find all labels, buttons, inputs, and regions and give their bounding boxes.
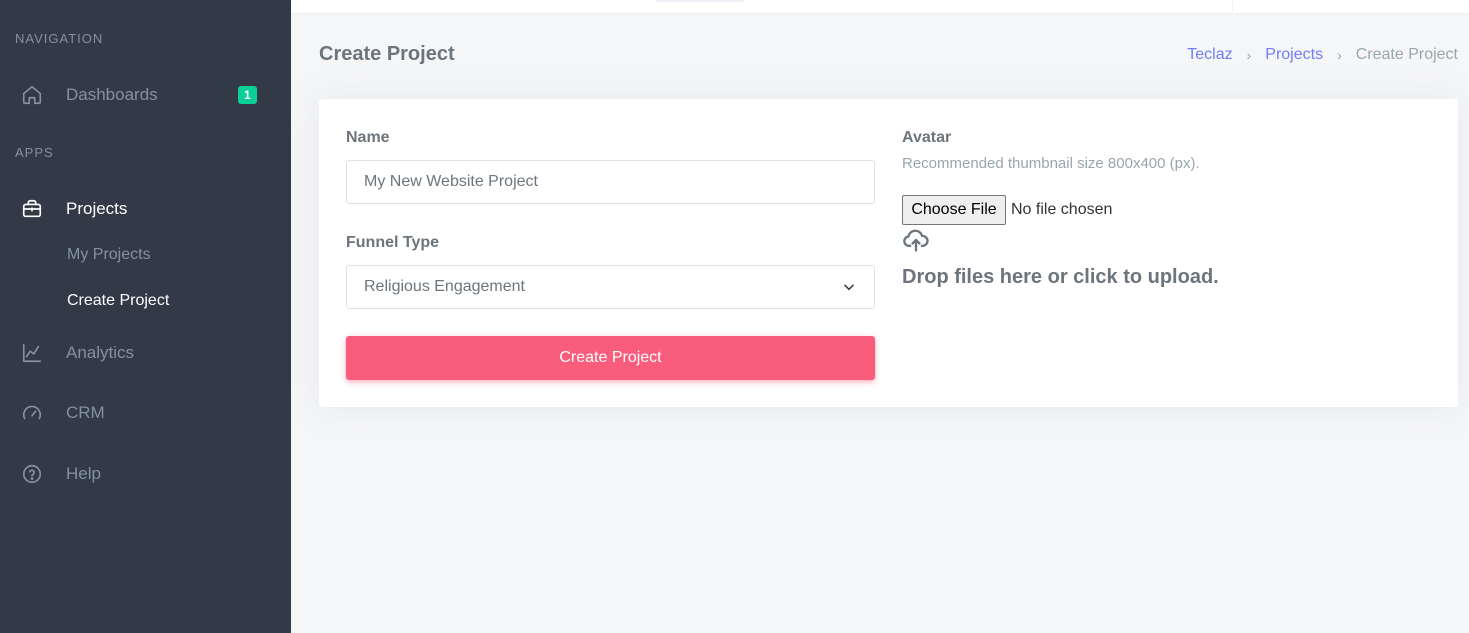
- help-circle-icon: [21, 463, 43, 485]
- sidebar-item-crm[interactable]: CRM: [0, 393, 291, 433]
- briefcase-icon: [21, 198, 43, 220]
- line-chart-icon: [21, 342, 43, 364]
- name-input[interactable]: My New Website Project: [346, 160, 875, 204]
- funnel-type-label: Funnel Type: [346, 234, 440, 251]
- page-title: Create Project: [319, 43, 455, 65]
- apps-section-title: APPS: [15, 145, 54, 160]
- sidebar-item-help[interactable]: Help: [0, 454, 291, 494]
- gauge-icon: [21, 402, 43, 424]
- notification-badge: 1: [238, 86, 257, 104]
- topbar-tab-indicator: [656, 0, 744, 2]
- chevron-right-icon: ›: [1246, 47, 1252, 63]
- sidebar-item-analytics[interactable]: Analytics: [0, 333, 291, 373]
- avatar-label: Avatar: [902, 129, 952, 146]
- dropzone-text[interactable]: Drop files here or click to upload.: [902, 266, 1219, 289]
- funnel-type-value: Religious Engagement: [364, 278, 525, 295]
- create-project-button[interactable]: Create Project: [346, 336, 875, 380]
- topbar: [291, 0, 1469, 13]
- name-label: Name: [346, 129, 390, 146]
- nav-section-title: NAVIGATION: [15, 31, 104, 46]
- sidebar: NAVIGATION Dashboards 1 APPS Projects My…: [0, 0, 291, 633]
- breadcrumb: Teclaz › Projects › Create Project: [1187, 46, 1458, 64]
- sidebar-subitem-my-projects[interactable]: My Projects: [67, 246, 151, 264]
- sidebar-item-label: Dashboards: [66, 85, 158, 104]
- breadcrumb-link-projects[interactable]: Projects: [1265, 46, 1323, 64]
- sidebar-item-label: CRM: [66, 403, 105, 422]
- cloud-upload-icon[interactable]: [902, 226, 930, 254]
- sidebar-item-label: Help: [66, 464, 101, 483]
- file-status: No file chosen: [1011, 201, 1113, 218]
- file-input: Choose File No file chosen: [902, 195, 1112, 225]
- funnel-type-select[interactable]: Religious Engagement: [346, 265, 875, 309]
- topbar-divider: [1232, 0, 1233, 13]
- breadcrumb-current: Create Project: [1355, 46, 1458, 63]
- sidebar-subitem-create-project[interactable]: Create Project: [67, 292, 169, 310]
- breadcrumb-link-teclaz[interactable]: Teclaz: [1187, 46, 1232, 64]
- avatar-hint: Recommended thumbnail size 800x400 (px).: [902, 155, 1200, 172]
- chevron-right-icon: ›: [1337, 47, 1342, 63]
- create-project-card: Name My New Website Project Funnel Type …: [319, 99, 1458, 407]
- choose-file-button[interactable]: Choose File: [902, 195, 1006, 225]
- sidebar-item-dashboards[interactable]: Dashboards 1: [0, 75, 291, 115]
- sidebar-item-projects[interactable]: Projects: [0, 189, 291, 229]
- chevron-down-icon: [842, 280, 856, 299]
- home-icon: [21, 84, 43, 106]
- sidebar-item-label: Projects: [66, 199, 128, 218]
- sidebar-item-label: Analytics: [66, 343, 135, 362]
